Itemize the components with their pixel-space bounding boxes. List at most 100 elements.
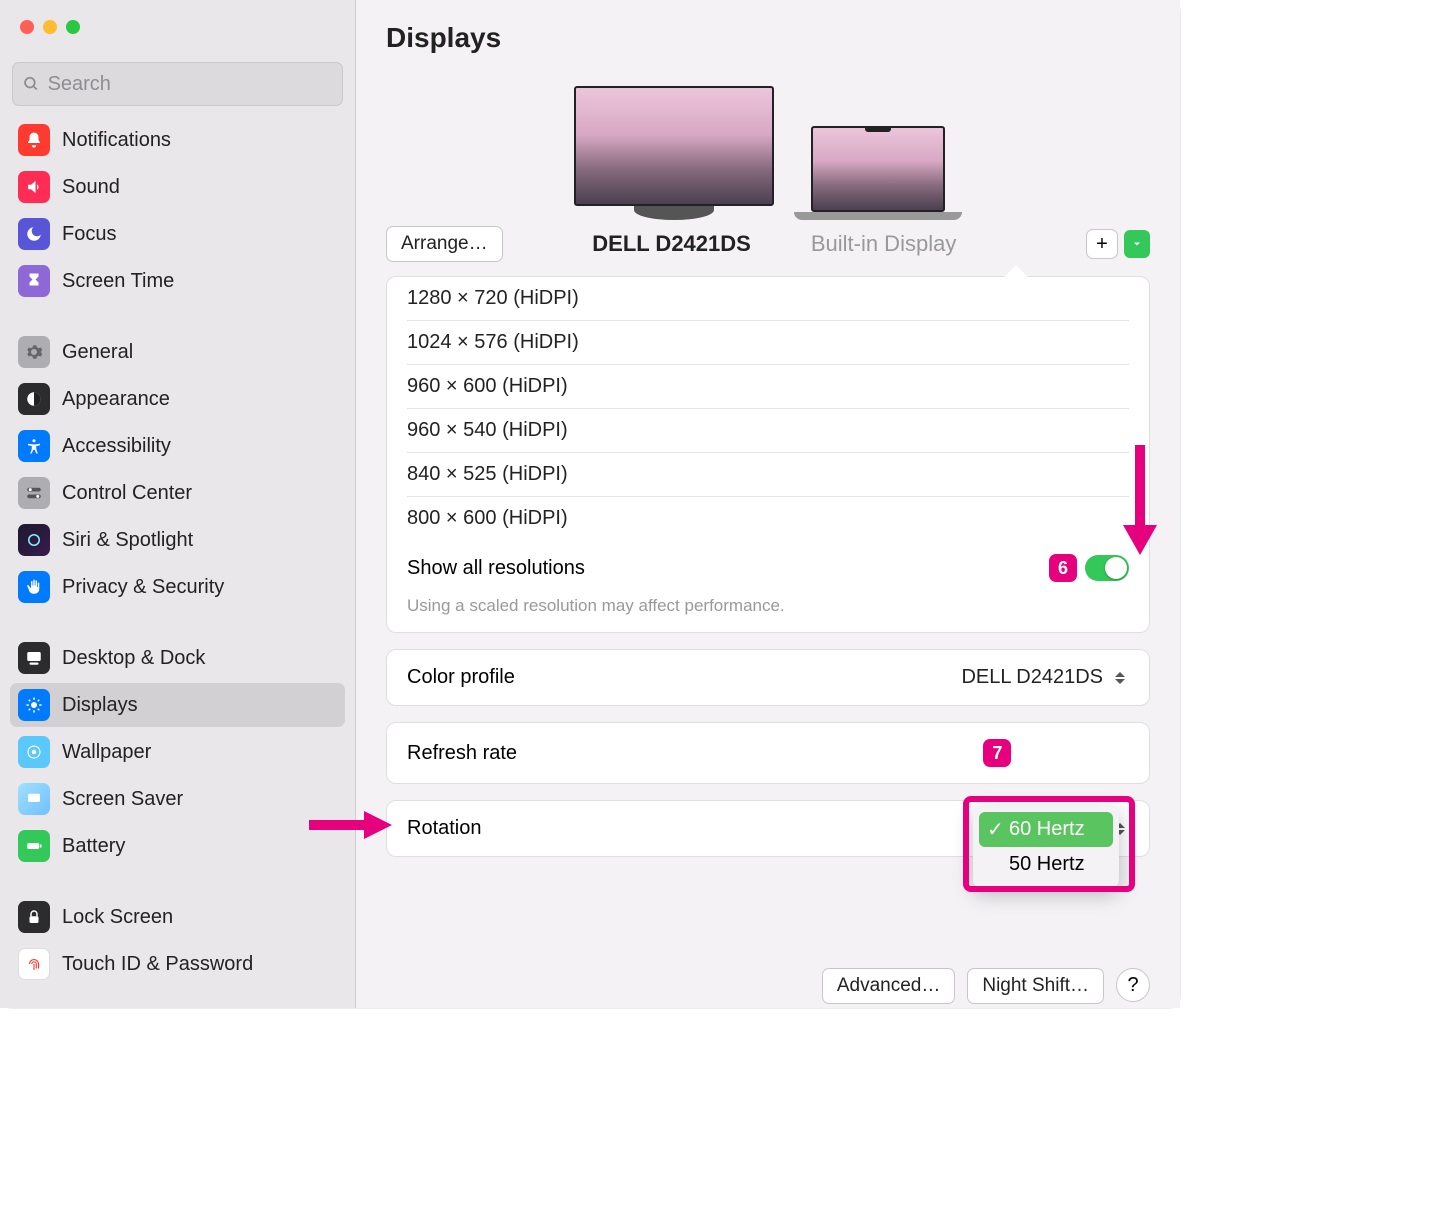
tab-pointer: [1004, 265, 1028, 277]
annotation-highlight-box: [963, 796, 1135, 892]
display-tab-builtin[interactable]: Built-in Display: [811, 231, 957, 257]
rotation-label: Rotation: [407, 817, 482, 840]
annotation-badge-7: 7: [983, 739, 1011, 767]
sidebar-item-label: Control Center: [62, 482, 192, 505]
sidebar-item-label: Desktop & Dock: [62, 647, 205, 670]
show-all-label: Show all resolutions: [407, 557, 585, 580]
add-display-menu-button[interactable]: [1124, 230, 1150, 258]
annotation-arrow-right: [304, 805, 394, 845]
sidebar-item-label: Appearance: [62, 388, 170, 411]
resolution-list: 1280 × 720 (HiDPI) 1024 × 576 (HiDPI) 96…: [387, 277, 1149, 540]
window-controls: [0, 14, 355, 34]
sidebar-item-label: Screen Time: [62, 270, 174, 293]
arrange-button[interactable]: Arrange…: [386, 226, 503, 262]
search-field[interactable]: [12, 62, 343, 106]
updown-icon: [1111, 668, 1129, 688]
sidebar-item-focus[interactable]: Focus: [10, 212, 345, 256]
sidebar-item-label: Touch ID & Password: [62, 953, 253, 976]
sidebar-item-desktop-dock[interactable]: Desktop & Dock: [10, 636, 345, 680]
sidebar-item-label: Accessibility: [62, 435, 171, 458]
sidebar-item-general[interactable]: General: [10, 330, 345, 374]
sidebar-item-label: Notifications: [62, 129, 171, 152]
sidebar-item-accessibility[interactable]: Accessibility: [10, 424, 345, 468]
sidebar-item-label: Sound: [62, 176, 120, 199]
settings-window: Notifications Sound Focus Screen Time Ge…: [0, 0, 1180, 1008]
resolution-option[interactable]: 1280 × 720 (HiDPI): [407, 277, 1129, 321]
sidebar-item-battery[interactable]: Battery: [10, 824, 345, 868]
annotation-arrow-down: [1115, 440, 1165, 560]
color-profile-value: DELL D2421DS: [961, 666, 1129, 689]
maximize-button[interactable]: [66, 20, 80, 34]
sidebar-item-wallpaper[interactable]: Wallpaper: [10, 730, 345, 774]
sidebar-item-notifications[interactable]: Notifications: [10, 118, 345, 162]
dock-icon: [18, 642, 50, 674]
refresh-rate-value: 7 60 Hertz: [983, 739, 1129, 767]
sidebar-item-label: General: [62, 341, 133, 364]
add-display-button[interactable]: +: [1086, 229, 1118, 259]
display-tab-external[interactable]: DELL D2421DS: [592, 231, 751, 257]
resolution-option[interactable]: 840 × 525 (HiDPI): [407, 453, 1129, 497]
refresh-rate-card: Refresh rate 7 60 Hertz: [386, 722, 1150, 784]
refresh-rate-row[interactable]: Refresh rate 7 60 Hertz: [387, 723, 1149, 783]
builtin-display-thumbnail[interactable]: [794, 126, 962, 220]
switches-icon: [18, 477, 50, 509]
chevron-down-icon: [1131, 238, 1143, 250]
show-all-resolutions-row: Show all resolutions 6: [387, 540, 1149, 592]
sidebar-item-label: Siri & Spotlight: [62, 529, 193, 552]
sidebar-item-touchid[interactable]: Touch ID & Password: [10, 942, 345, 986]
screensaver-icon: [18, 783, 50, 815]
display-preview: [356, 76, 1180, 220]
sidebar-item-appearance[interactable]: Appearance: [10, 377, 345, 421]
lock-icon: [18, 901, 50, 933]
sidebar: Notifications Sound Focus Screen Time Ge…: [0, 0, 356, 1008]
external-monitor-thumbnail[interactable]: [574, 86, 774, 220]
sidebar-item-label: Privacy & Security: [62, 576, 224, 599]
sidebar-item-label: Lock Screen: [62, 906, 173, 929]
wallpaper-icon: [18, 736, 50, 768]
sidebar-list: Notifications Sound Focus Screen Time Ge…: [0, 118, 355, 1008]
resolution-option[interactable]: 960 × 600 (HiDPI): [407, 365, 1129, 409]
sidebar-item-displays[interactable]: Displays: [10, 683, 345, 727]
moon-icon: [18, 218, 50, 250]
siri-icon: [18, 524, 50, 556]
sidebar-item-label: Focus: [62, 223, 116, 246]
resolution-option[interactable]: 800 × 600 (HiDPI): [407, 497, 1129, 540]
resolution-option[interactable]: 960 × 540 (HiDPI): [407, 409, 1129, 453]
sidebar-item-sound[interactable]: Sound: [10, 165, 345, 209]
sidebar-item-siri[interactable]: Siri & Spotlight: [10, 518, 345, 562]
display-tabs: Arrange… DELL D2421DS Built-in Display +: [356, 220, 1180, 276]
gear-icon: [18, 336, 50, 368]
color-profile-label: Color profile: [407, 666, 515, 689]
main-header: Displays: [356, 0, 1180, 76]
search-input[interactable]: [48, 73, 332, 96]
resolution-option[interactable]: 1024 × 576 (HiDPI): [407, 321, 1129, 365]
sidebar-item-label: Screen Saver: [62, 788, 183, 811]
sidebar-item-label: Battery: [62, 835, 125, 858]
page-title: Displays: [386, 22, 1150, 54]
color-profile-card: Color profile DELL D2421DS: [386, 649, 1150, 706]
advanced-button[interactable]: Advanced…: [822, 968, 956, 1004]
hourglass-icon: [18, 265, 50, 297]
footer-buttons: Advanced… Night Shift… ?: [356, 964, 1180, 1008]
sidebar-item-controlcenter[interactable]: Control Center: [10, 471, 345, 515]
sidebar-item-lockscreen[interactable]: Lock Screen: [10, 895, 345, 939]
resolution-card: 1280 × 720 (HiDPI) 1024 × 576 (HiDPI) 96…: [386, 276, 1150, 633]
night-shift-button[interactable]: Night Shift…: [967, 968, 1104, 1004]
fingerprint-icon: [18, 948, 50, 980]
brightness-icon: [18, 689, 50, 721]
accessibility-icon: [18, 430, 50, 462]
sidebar-item-privacy[interactable]: Privacy & Security: [10, 565, 345, 609]
sidebar-item-screentime[interactable]: Screen Time: [10, 259, 345, 303]
speaker-icon: [18, 171, 50, 203]
sidebar-item-screensaver[interactable]: Screen Saver: [10, 777, 345, 821]
sidebar-item-label: Displays: [62, 694, 138, 717]
color-profile-row[interactable]: Color profile DELL D2421DS: [387, 650, 1149, 705]
minimize-button[interactable]: [43, 20, 57, 34]
search-icon: [23, 75, 40, 93]
help-button[interactable]: ?: [1116, 968, 1150, 1002]
close-button[interactable]: [20, 20, 34, 34]
sidebar-item-label: Wallpaper: [62, 741, 151, 764]
hand-icon: [18, 571, 50, 603]
appearance-icon: [18, 383, 50, 415]
annotation-badge-6: 6: [1049, 554, 1077, 582]
